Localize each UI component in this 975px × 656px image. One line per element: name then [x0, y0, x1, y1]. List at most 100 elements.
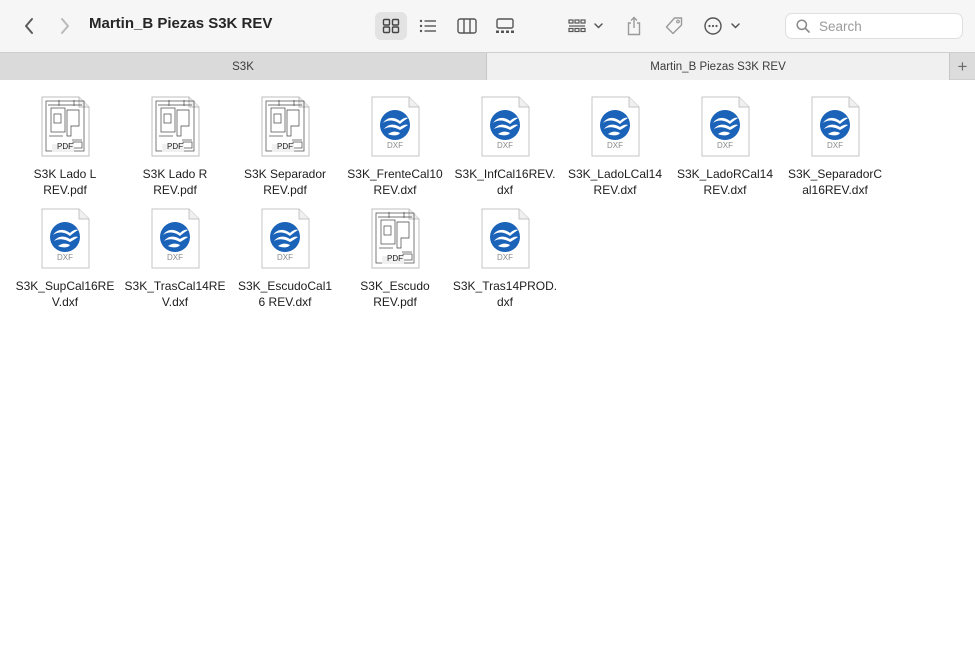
- dxf-file-item[interactable]: DXF S3K_InfCal16REV. dxf: [450, 96, 560, 198]
- file-type-badge: DXF: [717, 141, 733, 150]
- back-button[interactable]: [16, 12, 42, 40]
- group-by-icon: [568, 19, 603, 33]
- dxf-file-item[interactable]: DXF S3K_LadoRCal14 REV.dxf: [670, 96, 780, 198]
- view-as-columns-button[interactable]: [451, 12, 483, 40]
- file-name-line: V.dxf: [161, 295, 189, 309]
- file-name: S3K_LadoRCal14 REV.dxf: [670, 166, 780, 198]
- file-name-line: S3K_LadoRCal14: [676, 167, 774, 181]
- file-type-badge: DXF: [607, 141, 623, 150]
- file-type-badge: PDF: [277, 142, 293, 151]
- dxf-file-item[interactable]: DXF S3K_Tras14PROD. dxf: [450, 208, 560, 310]
- file-type-badge: DXF: [497, 141, 513, 150]
- file-name-line: S3K_LadoLCal14: [567, 167, 663, 181]
- toolbar: Martin_B Piezas S3K REV: [0, 0, 975, 52]
- dxf-file-item[interactable]: DXF S3K_FrenteCal10 REV.dxf: [340, 96, 450, 198]
- file-thumbnail: DXF: [589, 96, 641, 158]
- file-name: S3K Lado L REV.pdf: [10, 166, 120, 198]
- file-thumbnail: DXF: [259, 208, 311, 270]
- file-thumbnail: DXF: [149, 208, 201, 270]
- file-name-line: S3K_Tras14PROD.: [452, 279, 558, 293]
- file-thumbnail: DXF: [809, 96, 861, 158]
- file-name-line: REV.dxf: [593, 183, 637, 197]
- share-icon: [627, 16, 641, 36]
- pdf-file-item[interactable]: PDF S3K_Escudo REV.pdf: [340, 208, 450, 310]
- file-type-badge: PDF: [57, 142, 73, 151]
- file-name-line: S3K Lado R: [142, 167, 208, 181]
- tag-button[interactable]: [660, 12, 688, 40]
- file-name: S3K_SeparadorC al16REV.dxf: [780, 166, 890, 198]
- pdf-file-item[interactable]: PDF S3K Separador REV.pdf: [230, 96, 340, 198]
- file-name-line: REV.dxf: [703, 183, 747, 197]
- file-name: S3K Lado R REV.pdf: [120, 166, 230, 198]
- search-input[interactable]: [817, 17, 961, 35]
- file-name: S3K_EscudoCal1 6 REV.dxf: [230, 278, 340, 310]
- file-thumbnail: DXF: [479, 208, 531, 270]
- file-name-line: S3K_SupCal16RE: [15, 279, 115, 293]
- dxf-file-item[interactable]: DXF S3K_EscudoCal1 6 REV.dxf: [230, 208, 340, 310]
- file-thumbnail: PDF: [39, 96, 91, 158]
- file-type-badge: PDF: [167, 142, 183, 151]
- new-tab-button[interactable]: +: [950, 53, 975, 80]
- file-name: S3K_InfCal16REV. dxf: [450, 166, 560, 198]
- file-thumbnail: DXF: [39, 208, 91, 270]
- pdf-file-item[interactable]: PDF S3K Lado L REV.pdf: [10, 96, 120, 198]
- dxf-file-item[interactable]: DXF S3K_SeparadorC al16REV.dxf: [780, 96, 890, 198]
- tab-bar: S3K Martin_B Piezas S3K REV +: [0, 52, 975, 80]
- search-field[interactable]: [785, 13, 963, 39]
- file-name-line: S3K Separador: [243, 167, 327, 181]
- file-name-line: S3K_FrenteCal10: [347, 167, 443, 181]
- file-name-line: REV.pdf: [373, 295, 417, 309]
- list-icon: [419, 19, 436, 33]
- file-name-line: S3K_TrasCal14RE: [124, 279, 226, 293]
- pdf-file-item[interactable]: PDF S3K Lado R REV.pdf: [120, 96, 230, 198]
- search-icon: [796, 19, 810, 33]
- file-name-line: V.dxf: [51, 295, 79, 309]
- view-as-gallery-button[interactable]: [489, 12, 521, 40]
- grid-icon: [382, 18, 400, 34]
- file-name: S3K Separador REV.pdf: [230, 166, 340, 198]
- file-name-line: REV.pdf: [153, 183, 197, 197]
- file-type-badge: DXF: [57, 253, 73, 262]
- forward-button[interactable]: [52, 12, 78, 40]
- file-type-badge: DXF: [387, 141, 403, 150]
- tab-martin-b-piezas[interactable]: Martin_B Piezas S3K REV: [487, 53, 950, 80]
- window-title: Martin_B Piezas S3K REV: [89, 15, 273, 32]
- file-name-line: S3K Lado L: [33, 167, 97, 181]
- view-as-icons-button[interactable]: [375, 12, 407, 40]
- file-name-line: S3K_Escudo: [360, 279, 430, 293]
- file-grid: PDF S3K Lado L REV.pdf PDF S3K Lado R RE…: [0, 80, 975, 656]
- file-name-line: REV.dxf: [373, 183, 417, 197]
- chevron-right-icon: [61, 18, 69, 34]
- file-name: S3K_FrenteCal10 REV.dxf: [340, 166, 450, 198]
- chevron-left-icon: [25, 18, 33, 34]
- file-thumbnail: DXF: [699, 96, 751, 158]
- file-name-line: REV.pdf: [43, 183, 87, 197]
- file-name-line: dxf: [496, 295, 513, 309]
- file-name: S3K_Escudo REV.pdf: [340, 278, 450, 310]
- file-name-line: S3K_InfCal16REV.: [454, 167, 556, 181]
- more-actions-button[interactable]: [700, 12, 746, 40]
- file-thumbnail: DXF: [369, 96, 421, 158]
- share-button[interactable]: [620, 12, 648, 40]
- file-type-badge: DXF: [277, 253, 293, 262]
- view-as-list-button[interactable]: [412, 12, 444, 40]
- file-name-line: 6 REV.dxf: [258, 295, 312, 309]
- file-thumbnail: PDF: [369, 208, 421, 270]
- file-name: S3K_Tras14PROD. dxf: [450, 278, 560, 310]
- file-name: S3K_SupCal16RE V.dxf: [10, 278, 120, 310]
- dxf-file-item[interactable]: DXF S3K_LadoLCal14 REV.dxf: [560, 96, 670, 198]
- dxf-file-item[interactable]: DXF S3K_SupCal16RE V.dxf: [10, 208, 120, 310]
- tab-s3k[interactable]: S3K: [0, 53, 487, 80]
- group-by-button[interactable]: [563, 12, 609, 40]
- file-name-line: S3K_EscudoCal1: [237, 279, 333, 293]
- file-thumbnail: PDF: [259, 96, 311, 158]
- file-name-line: dxf: [496, 183, 513, 197]
- ellipsis-circle-icon: [704, 17, 740, 35]
- dxf-file-item[interactable]: DXF S3K_TrasCal14RE V.dxf: [120, 208, 230, 310]
- file-type-badge: DXF: [497, 253, 513, 262]
- file-thumbnail: PDF: [149, 96, 201, 158]
- file-type-badge: DXF: [167, 253, 183, 262]
- tab-label: S3K: [232, 60, 254, 73]
- file-name-line: S3K_SeparadorC: [787, 167, 883, 181]
- file-thumbnail: DXF: [479, 96, 531, 158]
